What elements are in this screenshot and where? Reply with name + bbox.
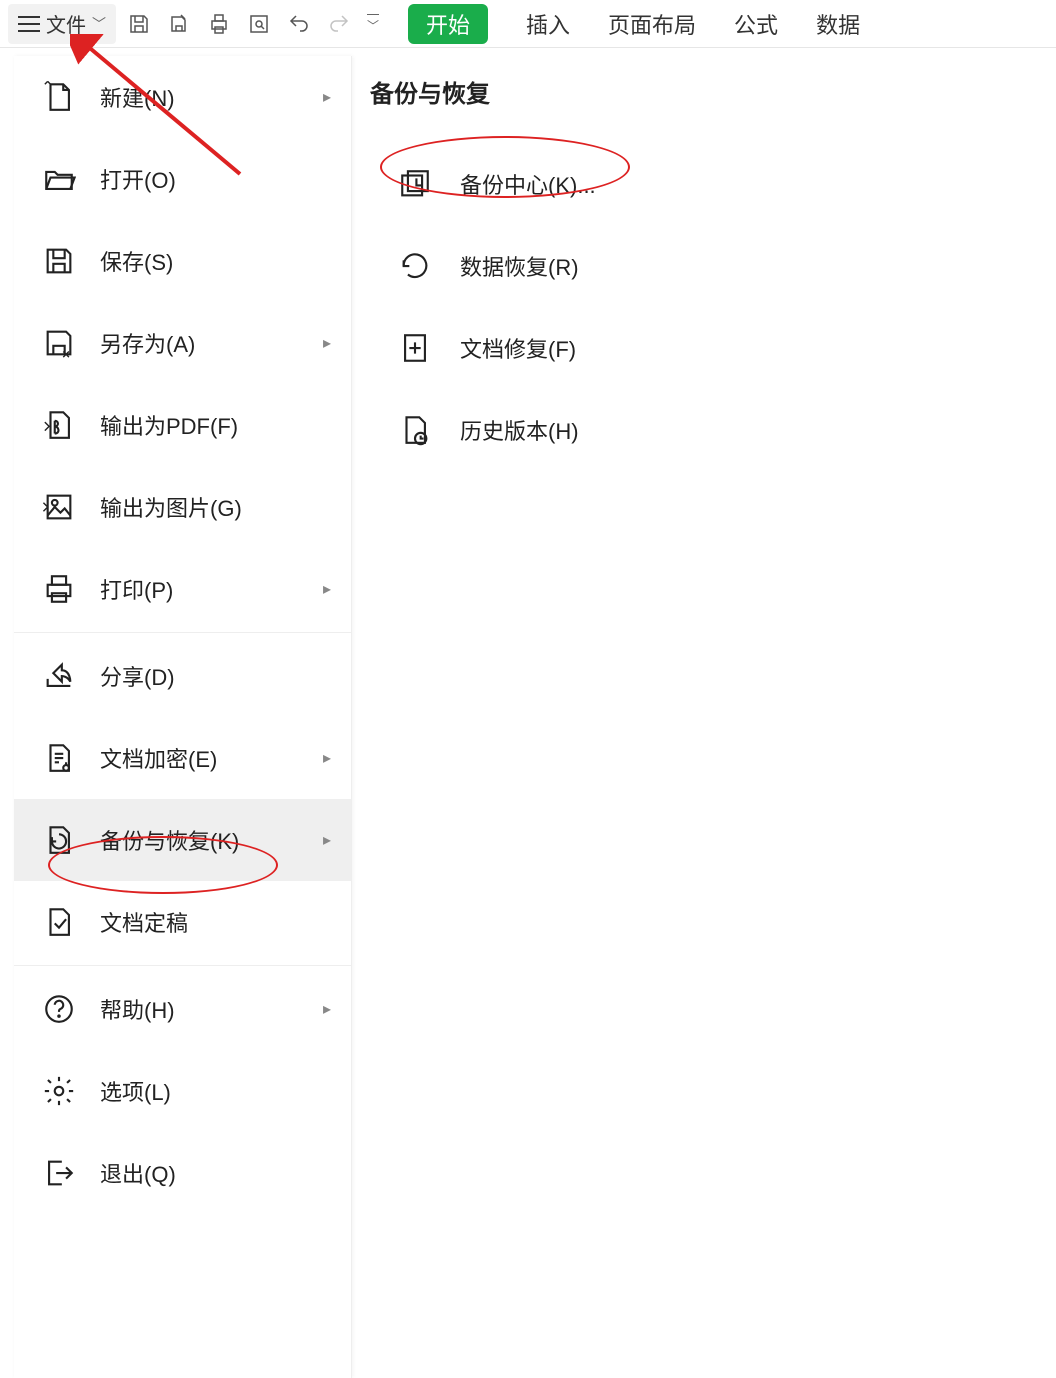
check-doc-icon (42, 905, 76, 939)
saveas-quick-button[interactable] (162, 7, 196, 41)
menu-label: 输出为PDF(F) (100, 409, 238, 441)
tab-insert[interactable]: 插入 (526, 8, 570, 40)
menu-label: 另存为(A) (100, 327, 195, 359)
menu-new[interactable]: 新建(N) ▸ (14, 56, 351, 138)
chevron-right-icon: ▸ (323, 830, 331, 850)
menu-label: 退出(Q) (100, 1157, 176, 1189)
print-quick-button[interactable] (202, 7, 236, 41)
chevron-right-icon: ▸ (323, 87, 331, 107)
chevron-down-icon: ﹀ (92, 14, 106, 34)
image-icon (42, 490, 76, 524)
pdf-icon (42, 408, 76, 442)
menu-print[interactable]: 打印(P) ▸ (14, 548, 351, 630)
menu-label: 文档定稿 (100, 906, 188, 938)
preview-quick-button[interactable] (242, 7, 276, 41)
tab-layout[interactable]: 页面布局 (608, 8, 696, 40)
sub-label: 备份中心(K)... (460, 168, 596, 200)
repair-icon (398, 331, 432, 365)
print-icon (42, 572, 76, 606)
chevron-right-icon: ▸ (323, 579, 331, 599)
chevron-right-icon: ▸ (323, 999, 331, 1019)
backup-submenu-panel: 备份与恢复 备份中心(K)... 数据恢复(R) 文档修复(F) 历史版本(H) (370, 74, 930, 471)
menu-exit[interactable]: 退出(Q) (14, 1132, 351, 1214)
chevron-right-icon: ▸ (323, 333, 331, 353)
history-icon (398, 413, 432, 447)
sub-label: 历史版本(H) (460, 414, 579, 446)
menu-options[interactable]: 选项(L) (14, 1050, 351, 1132)
more-quick-button[interactable]: ﹀ (362, 7, 384, 41)
menu-encrypt[interactable]: 文档加密(E) ▸ (14, 717, 351, 799)
tab-start[interactable]: 开始 (408, 4, 488, 44)
menu-label: 打印(P) (100, 573, 173, 605)
hamburger-icon (18, 16, 40, 32)
save-icon (42, 244, 76, 278)
gear-icon (42, 1074, 76, 1108)
menu-label: 文档加密(E) (100, 742, 217, 774)
menu-label: 打开(O) (100, 163, 176, 195)
file-menu-button[interactable]: 文件 ﹀ (8, 4, 116, 44)
top-toolbar: 文件 ﹀ ﹀ 开始 插入 页面布局 公式 数据 (0, 0, 1056, 48)
sub-label: 数据恢复(R) (460, 250, 579, 282)
menu-final[interactable]: 文档定稿 (14, 881, 351, 963)
new-file-icon (42, 80, 76, 114)
menu-label: 新建(N) (100, 81, 175, 113)
chevron-down-icon: ﹀ (367, 14, 379, 34)
file-menu-label: 文件 (46, 9, 86, 38)
ribbon-tabs: 开始 插入 页面布局 公式 数据 (408, 4, 860, 44)
menu-help[interactable]: 帮助(H) ▸ (14, 968, 351, 1050)
sub-doc-repair[interactable]: 文档修复(F) (370, 307, 930, 389)
lock-icon (42, 741, 76, 775)
menu-export-pdf[interactable]: 输出为PDF(F) (14, 384, 351, 466)
save-quick-button[interactable] (122, 7, 156, 41)
menu-label: 输出为图片(G) (100, 491, 242, 523)
menu-save[interactable]: 保存(S) (14, 220, 351, 302)
tab-formula[interactable]: 公式 (734, 8, 778, 40)
tab-data[interactable]: 数据 (816, 8, 860, 40)
sub-data-recover[interactable]: 数据恢复(R) (370, 225, 930, 307)
exit-icon (42, 1156, 76, 1190)
backup-icon (42, 823, 76, 857)
menu-open[interactable]: 打开(O) (14, 138, 351, 220)
menu-share[interactable]: 分享(D) (14, 635, 351, 717)
submenu-title: 备份与恢复 (370, 74, 930, 109)
file-menu-panel: 新建(N) ▸ 打开(O) 保存(S) 另存为(A) ▸ 输出为PDF(F) 输… (14, 56, 352, 1378)
help-icon (42, 992, 76, 1026)
menu-backup[interactable]: 备份与恢复(K) ▸ (14, 799, 351, 881)
divider (14, 965, 351, 966)
menu-label: 备份与恢复(K) (100, 824, 239, 856)
menu-label: 帮助(H) (100, 993, 175, 1025)
saveas-icon (42, 326, 76, 360)
menu-export-img[interactable]: 输出为图片(G) (14, 466, 351, 548)
menu-label: 分享(D) (100, 660, 175, 692)
backup-center-icon (398, 167, 432, 201)
menu-saveas[interactable]: 另存为(A) ▸ (14, 302, 351, 384)
menu-label: 选项(L) (100, 1075, 171, 1107)
menu-label: 保存(S) (100, 245, 173, 277)
sub-backup-center[interactable]: 备份中心(K)... (370, 143, 930, 225)
recover-icon (398, 249, 432, 283)
share-icon (42, 659, 76, 693)
undo-button[interactable] (282, 7, 316, 41)
divider (14, 632, 351, 633)
folder-open-icon (42, 162, 76, 196)
sub-history[interactable]: 历史版本(H) (370, 389, 930, 471)
redo-button[interactable] (322, 7, 356, 41)
sub-label: 文档修复(F) (460, 332, 576, 364)
chevron-right-icon: ▸ (323, 748, 331, 768)
